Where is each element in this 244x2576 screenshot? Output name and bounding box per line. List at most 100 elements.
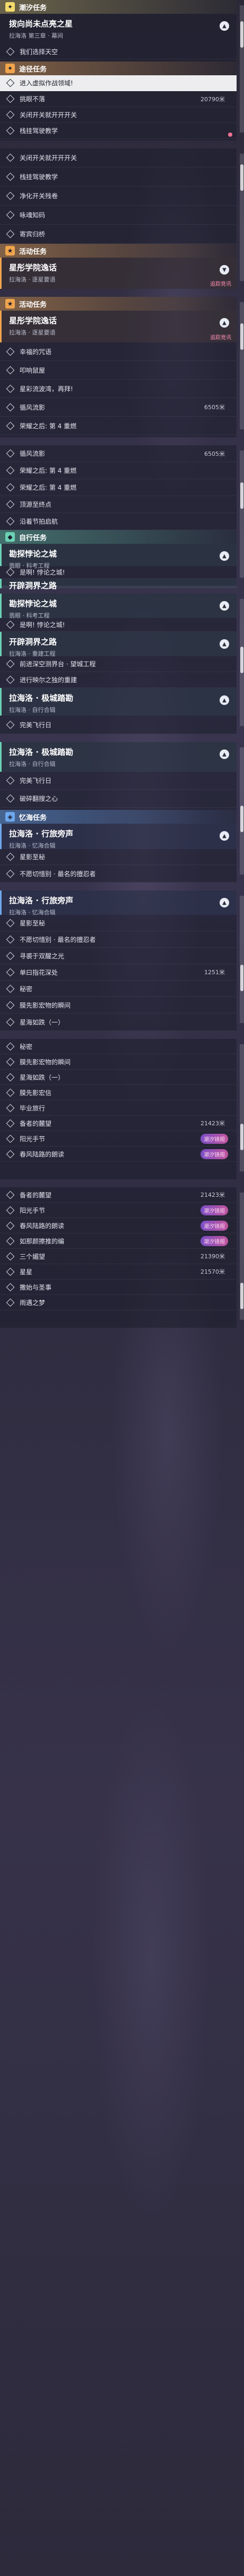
scrollbar[interactable]	[240, 451, 244, 578]
objective[interactable]: 循风流影 6505米	[0, 398, 237, 417]
scrollbar[interactable]	[240, 599, 244, 726]
objective[interactable]: 关闭开关就开开开关	[0, 107, 237, 123]
scrollbar[interactable]	[240, 896, 244, 1023]
objective[interactable]: 是啊! 悖论之城!	[0, 566, 237, 579]
objective[interactable]: 备者的麓望 21423米	[0, 1116, 237, 1131]
section-tide[interactable]: ✦ 潮汐任务	[0, 0, 237, 14]
scrollbar[interactable]	[240, 5, 244, 133]
objective[interactable]: 阳光手节 潮汐镜阁	[0, 1203, 237, 1218]
objective[interactable]: 春风陆路的朗读 潮汐镜阁	[0, 1146, 237, 1162]
objective[interactable]: 栈挂驾驶教学	[0, 167, 237, 187]
objective[interactable]: 撒始与圣事	[0, 1280, 237, 1295]
objective[interactable]: 栈挂驾驶教学	[0, 123, 237, 139]
objective[interactable]: 星影至秘	[0, 915, 237, 931]
objective[interactable]: 完美飞行日	[0, 716, 237, 734]
quest-header[interactable]: 勘探悖论之城 翡眼 · 科考工程 ▲	[0, 594, 237, 619]
quest-header[interactable]: 勘探悖论之城 翡眼 · 科考工程 ▲	[0, 544, 237, 569]
objective[interactable]: 星彩流波湾，再拜!	[0, 380, 237, 398]
scrollbar[interactable]	[240, 1044, 244, 1171]
objective[interactable]: 星海如跌（一）	[0, 1013, 237, 1031]
section-activity[interactable]: ★ 活动任务	[0, 244, 237, 258]
chevron-up-icon[interactable]: ▲	[220, 318, 229, 328]
objective[interactable]: 幸福的咒语	[0, 342, 237, 361]
objective[interactable]: 星影至秘	[0, 849, 237, 865]
objective[interactable]: 单曰指花深处 1251米	[0, 964, 237, 981]
scrollbar[interactable]	[240, 1193, 244, 1320]
objective[interactable]: 星海如跌（一）	[0, 1070, 237, 1085]
objective[interactable]: 雨遇之梦	[0, 1295, 237, 1310]
scrollbar[interactable]	[240, 302, 244, 429]
scrollbar[interactable]	[240, 154, 244, 281]
objective[interactable]: 阳光手节 潮汐镜阁	[0, 1131, 237, 1146]
objective[interactable]: 净化开关残卷	[0, 187, 237, 206]
objective[interactable]: 三个媚望 21390米	[0, 1249, 237, 1264]
section-passing[interactable]: ✦ 途径任务	[0, 61, 237, 75]
objective[interactable]: 不愿切惜别 · 最名的擅忍者	[0, 931, 237, 948]
objective[interactable]: 循风流影 6505米	[0, 445, 237, 462]
quest-header[interactable]: 拉海洛 · 行旅旁声 拉海洛 · 忆海合辑 ▲	[0, 824, 237, 849]
objective[interactable]: 膜先影宏物的瞬间	[0, 997, 237, 1013]
objective[interactable]: 寄宾归桥	[0, 225, 237, 244]
tracking-label[interactable]: 追踪竞讯	[210, 279, 231, 287]
objective[interactable]: 是啊! 悖论之城!	[0, 618, 237, 632]
chevron-up-icon[interactable]: ▲	[220, 831, 229, 841]
chevron-up-icon[interactable]: ▲	[220, 695, 229, 705]
objective-active[interactable]: 进入虚拟作战领域!	[0, 75, 237, 91]
chevron-down-icon[interactable]: ▼	[220, 265, 229, 275]
objective[interactable]: 荣耀之后: 第 4 重燃	[0, 462, 237, 479]
objective[interactable]: 不愿切惜别 · 最名的擅忍者	[0, 865, 237, 883]
quest-header[interactable]: 拉海洛 · 极城踏勘 拉海洛 · 自行合辑 ▲	[0, 742, 237, 772]
quest-header[interactable]: 星彤学院逸话 拉海洛 · 逐星要语 ▲ 追踪竞讯	[0, 311, 237, 342]
quest-header[interactable]: 星彤学院逸话 拉海洛 · 逐星要语 ▼ 追踪竞讯	[0, 258, 237, 289]
objective[interactable]: 毕业旅行	[0, 1100, 237, 1116]
objective[interactable]: 破碎翻搜之心	[0, 790, 237, 808]
objective[interactable]: 寻裘于双醒之光	[0, 948, 237, 964]
objective[interactable]: 关闭开关就开开开关	[0, 148, 237, 167]
scrollbar-thumb[interactable]	[240, 965, 243, 991]
objective[interactable]: 膜先影宏物的瞬间	[0, 1054, 237, 1070]
objective[interactable]: 顶源至终点	[0, 496, 237, 513]
quest-header[interactable]: 开辟洞界之路 拉海洛 · 重建工程 ▲	[0, 632, 237, 657]
objective[interactable]: 荣耀之后: 第 4 重燃	[0, 479, 237, 496]
scrollbar-thumb[interactable]	[240, 164, 243, 191]
tracking-label[interactable]: 追踪竞讯	[210, 333, 231, 341]
chevron-up-icon[interactable]: ▲	[220, 21, 229, 31]
scrollbar-thumb[interactable]	[240, 482, 243, 509]
section-self[interactable]: ◆ 自行任务	[0, 530, 237, 544]
quest-header[interactable]: 拉海洛 · 行旅旁声 拉海洛 · 忆海合辑 ▲	[0, 890, 237, 916]
objective[interactable]: 膜先影宏信	[0, 1085, 237, 1100]
quest-header[interactable]: 开辟洞界之路	[0, 579, 237, 590]
scrollbar-thumb[interactable]	[240, 323, 243, 350]
objective[interactable]: 秘密	[0, 981, 237, 997]
scrollbar-thumb[interactable]	[240, 1283, 243, 1309]
chevron-up-icon[interactable]: ▲	[220, 639, 229, 649]
chevron-up-icon[interactable]: ▲	[220, 551, 229, 561]
chevron-up-icon[interactable]: ▲	[220, 749, 229, 759]
objective[interactable]: 星星 21570米	[0, 1264, 237, 1280]
objective[interactable]: 备者的麓望 21423米	[0, 1187, 237, 1203]
objective[interactable]: 春风陆路的朗读 潮汐镜阁	[0, 1218, 237, 1233]
scrollbar-thumb[interactable]	[240, 647, 243, 673]
objective[interactable]: 沿着节拍启航	[0, 513, 237, 530]
section-inherit[interactable]: ◈ 忆海任务	[0, 810, 237, 824]
objective[interactable]: 叩响鼠屋	[0, 361, 237, 380]
quest-header[interactable]: 拨向尚未点亮之星 拉海洛 第三章 · 幕间 ▲	[0, 14, 237, 45]
quest-header[interactable]: 拉海洛 · 极城踏勘 拉海洛 · 自行合辑 ▲	[0, 688, 237, 716]
objective[interactable]: 我们选择天空	[0, 45, 237, 59]
scrollbar-thumb[interactable]	[240, 1124, 243, 1150]
objective[interactable]: 进行映尔之独的重建	[0, 672, 237, 688]
chevron-up-icon[interactable]: ▲	[220, 898, 229, 907]
objective[interactable]: 完美飞行日	[0, 772, 237, 790]
objective[interactable]: 荣耀之后: 第 4 重燃	[0, 417, 237, 435]
objective[interactable]: 挑眼不落 20790米	[0, 91, 237, 107]
section-activity[interactable]: ★ 活动任务	[0, 297, 237, 311]
objective[interactable]: 如那颜擦推的编 潮汐镜阁	[0, 1233, 237, 1249]
scrollbar[interactable]	[240, 747, 244, 875]
diamond-icon	[6, 1252, 15, 1260]
chevron-up-icon[interactable]: ▲	[220, 601, 229, 611]
scrollbar-thumb[interactable]	[240, 806, 243, 832]
objective[interactable]: 前进深空测界台 · 望城工程	[0, 656, 237, 672]
scrollbar-thumb[interactable]	[240, 21, 243, 48]
objective[interactable]: 秘密	[0, 1039, 237, 1054]
objective[interactable]: 咏魂知码	[0, 206, 237, 225]
